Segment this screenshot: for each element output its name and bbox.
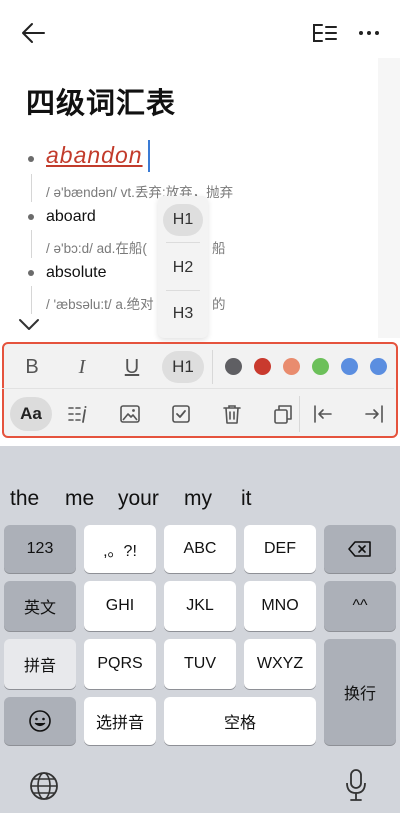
entry-definition-tail[interactable]: 船 (212, 237, 226, 257)
color-swatch-gray[interactable] (225, 358, 242, 375)
trash-icon[interactable] (220, 402, 244, 426)
suggestion-word[interactable]: the (10, 487, 39, 511)
key-emoticon[interactable]: ^^ (324, 581, 396, 631)
suggestion-word[interactable]: it (241, 487, 252, 511)
entry-definition-tail[interactable]: 的 (212, 293, 226, 313)
entry-definition[interactable]: / ə'bɔ:d/ ad.在船( (46, 237, 147, 257)
heading-dropdown: H1 H2 H3 (158, 196, 208, 338)
heading-button[interactable]: H1 (162, 351, 204, 383)
backspace-icon (348, 541, 371, 557)
chevron-down-icon[interactable] (16, 313, 42, 335)
bullet (28, 156, 34, 162)
divider (166, 242, 200, 243)
backspace-key[interactable] (324, 525, 396, 573)
image-icon[interactable] (118, 402, 142, 426)
bullet (28, 270, 34, 276)
bullet (28, 214, 34, 220)
divider (166, 290, 200, 291)
microphone-icon[interactable] (344, 768, 368, 802)
heading-option-h3[interactable]: H3 (158, 296, 208, 332)
divider (299, 396, 300, 432)
suggestion-word[interactable]: me (65, 487, 94, 511)
indent-guide (31, 174, 32, 202)
entry-definition[interactable]: / 'æbsəlu:t/ a.绝对 (46, 293, 154, 313)
suggestion-word[interactable]: your (118, 487, 159, 511)
color-swatch-green[interactable] (312, 358, 329, 375)
more-horizontal-icon[interactable] (354, 20, 384, 46)
outline-icon[interactable] (310, 20, 340, 46)
list-icon[interactable] (66, 402, 90, 426)
entry-word[interactable]: absolute (46, 264, 107, 282)
heading-option-h1[interactable]: H1 (163, 204, 203, 236)
emoji-icon (29, 710, 51, 732)
divider (2, 388, 394, 389)
key-pqrs[interactable]: PQRS (84, 639, 156, 689)
color-swatch-blue[interactable] (370, 358, 387, 375)
emoji-key[interactable] (4, 697, 76, 745)
key-ghi[interactable]: GHI (84, 581, 156, 631)
top-bar (0, 0, 400, 62)
key-123[interactable]: 123 (4, 525, 76, 573)
indent-guide (31, 230, 32, 258)
key-punctuation[interactable]: ,。?! (84, 525, 156, 573)
arrow-left-icon[interactable] (18, 18, 48, 48)
scroll-area (378, 58, 400, 338)
globe-icon[interactable] (28, 770, 60, 802)
bold-button[interactable]: B (14, 350, 50, 384)
heading-option-h2[interactable]: H2 (158, 250, 208, 286)
text-style-button[interactable]: Aa (10, 397, 52, 431)
key-tuv[interactable]: TUV (164, 639, 236, 689)
key-abc[interactable]: ABC (164, 525, 236, 573)
divider (212, 350, 213, 384)
outdent-icon[interactable] (311, 402, 335, 426)
checkbox-icon[interactable] (169, 402, 193, 426)
key-newline[interactable]: 换行 (324, 639, 396, 745)
key-pinyin[interactable]: 拼音 (4, 639, 76, 689)
underline-button[interactable]: U (114, 350, 150, 384)
key-jkl[interactable]: JKL (164, 581, 236, 631)
entry-word[interactable]: aboard (46, 208, 96, 226)
suggestion-word[interactable]: my (184, 487, 212, 511)
entry-word-active[interactable]: abandon (46, 142, 143, 169)
indent-guide (31, 286, 32, 314)
document-title[interactable]: 四级词汇表 (26, 80, 176, 122)
italic-button[interactable]: I (64, 350, 100, 384)
key-select-pinyin[interactable]: 选拼音 (84, 697, 156, 745)
indent-icon[interactable] (362, 402, 386, 426)
color-swatch-red[interactable] (254, 358, 271, 375)
key-mno[interactable]: MNO (244, 581, 316, 631)
copy-icon[interactable] (271, 402, 295, 426)
key-wxyz[interactable]: WXYZ (244, 639, 316, 689)
key-english[interactable]: 英文 (4, 581, 76, 631)
color-swatch-blue[interactable] (341, 358, 358, 375)
text-cursor (148, 140, 150, 172)
key-space[interactable]: 空格 (164, 697, 316, 745)
color-swatch-salmon[interactable] (283, 358, 300, 375)
key-def[interactable]: DEF (244, 525, 316, 573)
